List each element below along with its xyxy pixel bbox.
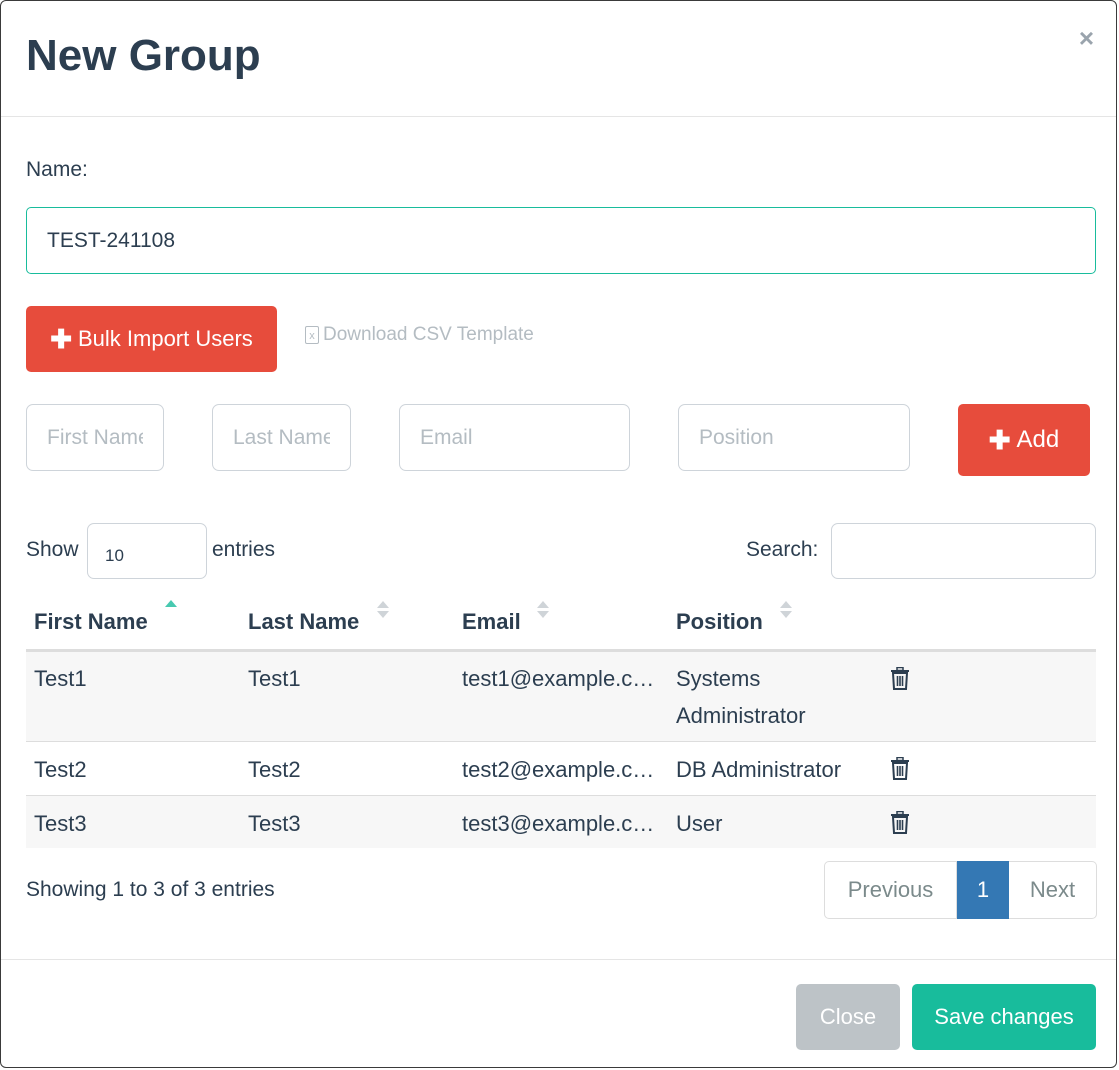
search-label: Search: (746, 538, 819, 561)
cell-position: User (676, 811, 723, 836)
position-input[interactable] (678, 404, 910, 471)
cell-first-name: Test2 (34, 757, 87, 782)
plus-icon: ✚ (988, 425, 1011, 455)
table-row: Test2 Test2 test2@example.com DB Adminis… (26, 741, 1096, 795)
column-header-position[interactable]: Position (676, 609, 763, 635)
plus-icon: ✚ (50, 324, 72, 354)
add-label: Add (1016, 426, 1060, 453)
previous-page-button[interactable]: Previous (824, 861, 957, 919)
first-name-input[interactable] (26, 404, 164, 471)
close-button[interactable]: Close (796, 984, 900, 1050)
cell-position: DB Administrator (676, 757, 842, 782)
cell-position: Systems Administrator (676, 666, 806, 728)
new-group-modal: New Group × Name: ✚ Bulk Import Users x … (0, 0, 1117, 1068)
modal-footer-divider (1, 959, 1116, 960)
sort-both-icon[interactable] (779, 599, 793, 621)
cell-last-name: Test2 (248, 757, 301, 782)
entries-label: entries (212, 538, 276, 561)
add-user-button[interactable]: ✚ Add (958, 404, 1090, 476)
cell-email: test1@example.com (462, 666, 657, 691)
trash-icon[interactable] (890, 757, 910, 781)
cell-first-name: Test3 (34, 811, 87, 836)
group-name-input[interactable] (26, 207, 1096, 274)
last-name-input[interactable] (212, 404, 351, 471)
table-row: Test1 Test1 test1@example.com Systems Ad… (26, 652, 1096, 741)
column-header-email[interactable]: Email (462, 609, 521, 635)
next-page-button[interactable]: Next (1009, 861, 1097, 919)
email-input[interactable] (399, 404, 630, 471)
sort-both-icon[interactable] (376, 599, 390, 621)
modal-title: New Group (26, 31, 261, 80)
show-label: Show (26, 538, 79, 561)
cell-last-name: Test1 (248, 666, 301, 691)
column-header-first-name[interactable]: First Name (34, 609, 148, 635)
save-changes-button[interactable]: Save changes (912, 984, 1096, 1050)
page-length-select[interactable]: 10 (87, 523, 207, 579)
table-info: Showing 1 to 3 of 3 entries (26, 878, 275, 901)
trash-icon[interactable] (890, 811, 910, 835)
page-1-button[interactable]: 1 (957, 861, 1009, 919)
download-csv-label: Download CSV Template (323, 324, 534, 345)
bulk-import-label: Bulk Import Users (77, 326, 253, 351)
name-label: Name: (26, 158, 88, 181)
cell-email: test3@example.com (462, 811, 657, 836)
trash-icon[interactable] (890, 667, 910, 691)
pagination: Previous 1 Next (824, 861, 1097, 919)
table-row: Test3 Test3 test3@example.com User (26, 795, 1096, 848)
sort-both-icon[interactable] (536, 599, 550, 621)
column-header-last-name[interactable]: Last Name (248, 609, 359, 635)
bulk-import-users-button[interactable]: ✚ Bulk Import Users (26, 306, 277, 372)
download-csv-template-link[interactable]: x Download CSV Template (305, 324, 534, 346)
sort-ascending-icon[interactable] (164, 597, 178, 619)
modal-header: New Group × (1, 1, 1116, 117)
cell-last-name: Test3 (248, 811, 301, 836)
cell-email: test2@example.com (462, 757, 657, 782)
cell-first-name: Test1 (34, 666, 87, 691)
excel-file-icon: x (305, 326, 319, 344)
search-input[interactable] (831, 523, 1096, 579)
close-icon[interactable]: × (1079, 25, 1094, 51)
